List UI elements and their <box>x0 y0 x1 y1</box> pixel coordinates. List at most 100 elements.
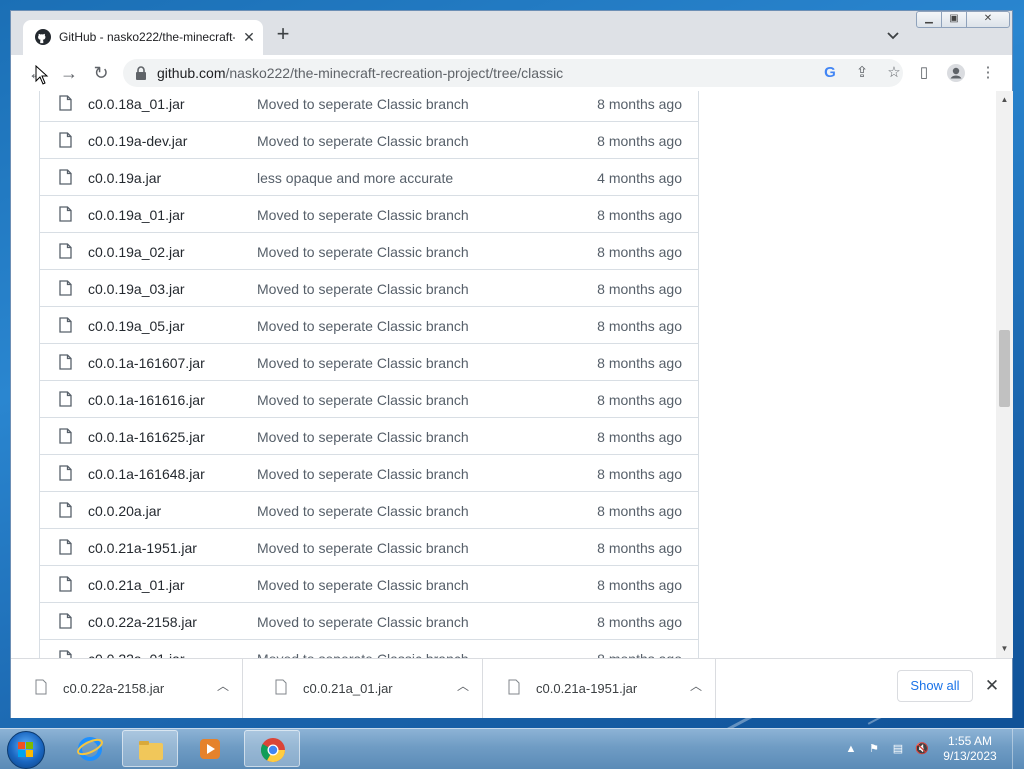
commit-message-link[interactable]: Moved to seperate Classic branch <box>257 133 469 149</box>
table-row[interactable]: c0.0.19a_05.jar Moved to seperate Classic… <box>40 307 698 344</box>
browser-window: GitHub - nasko222/the-minecraft-recreati… <box>10 10 1013 718</box>
folder-icon <box>139 741 163 760</box>
google-icon[interactable]: G <box>821 64 839 82</box>
menu-dots-icon[interactable]: ⋮ <box>978 63 998 83</box>
table-row[interactable]: c0.0.1a-161616.jar Moved to seperate Clas… <box>40 381 698 418</box>
tray-expand-icon[interactable]: ▲ <box>843 741 859 757</box>
show-all-button[interactable]: Show all <box>897 670 973 702</box>
file-icon <box>59 169 72 185</box>
maximize-button[interactable]: ▣ <box>941 11 967 28</box>
file-icon <box>59 354 72 370</box>
commit-date: 8 months ago <box>597 281 682 297</box>
table-row[interactable]: c0.0.19a_03.jar Moved to seperate Classic… <box>40 270 698 307</box>
download-item[interactable]: c0.0.21a_01.jar ︿ <box>251 659 483 718</box>
scroll-up-arrow-icon[interactable]: ▲ <box>996 93 1013 107</box>
page-scrollbar[interactable]: ▲ ▼ <box>996 91 1013 658</box>
table-row[interactable]: c0.0.20a.jar Moved to seperate Classic br… <box>40 492 698 529</box>
file-name-link[interactable]: c0.0.19a_01.jar <box>88 207 185 223</box>
start-button[interactable] <box>7 731 45 769</box>
commit-message-link[interactable]: Moved to seperate Classic branch <box>257 96 469 112</box>
file-name-link[interactable]: c0.0.1a-161616.jar <box>88 392 205 408</box>
forward-button[interactable]: → <box>59 63 79 83</box>
file-name-link[interactable]: c0.0.19a.jar <box>88 170 161 186</box>
download-item[interactable]: c0.0.21a-1951.jar ︿ <box>484 659 716 718</box>
commit-message-link[interactable]: Moved to seperate Classic branch <box>257 355 469 371</box>
clock-time: 1:55 AM <box>947 734 993 748</box>
volume-muted-icon[interactable]: 🔇 <box>914 741 930 757</box>
taskbar-media-player[interactable] <box>182 730 238 767</box>
commit-message-link[interactable]: Moved to seperate Classic branch <box>257 651 469 658</box>
new-tab-button[interactable]: + <box>273 23 293 45</box>
file-icon <box>59 465 72 481</box>
file-name-link[interactable]: c0.0.1a-161625.jar <box>88 429 205 445</box>
table-row[interactable]: c0.0.22a_01.jar Moved to seperate Classic… <box>40 640 698 658</box>
table-row[interactable]: c0.0.1a-161607.jar Moved to seperate Clas… <box>40 344 698 381</box>
taskbar-chrome[interactable] <box>244 730 300 767</box>
commit-message-link[interactable]: Moved to seperate Classic branch <box>257 207 469 223</box>
file-name-link[interactable]: c0.0.22a-2158.jar <box>88 614 197 630</box>
bookmark-star-icon[interactable]: ☆ <box>885 64 903 82</box>
minimize-button[interactable]: ▁ <box>916 11 942 28</box>
share-icon[interactable]: ⇪ <box>853 64 871 82</box>
table-row[interactable]: c0.0.19a_01.jar Moved to seperate Classic… <box>40 196 698 233</box>
commit-message-link[interactable]: Moved to seperate Classic branch <box>257 429 469 445</box>
file-icon <box>59 243 72 259</box>
download-item[interactable]: c0.0.22a-2158.jar ︿ <box>11 659 243 718</box>
chevron-up-icon[interactable]: ︿ <box>689 679 703 693</box>
file-name-link[interactable]: c0.0.1a-161607.jar <box>88 355 205 371</box>
action-center-icon[interactable]: ⚑ <box>866 741 882 757</box>
scroll-thumb[interactable] <box>999 330 1010 407</box>
table-row[interactable]: c0.0.19a-dev.jar Moved to seperate Classi… <box>40 122 698 159</box>
commit-message-link[interactable]: less opaque and more accurate <box>257 170 453 186</box>
table-row[interactable]: c0.0.22a-2158.jar Moved to seperate Class… <box>40 603 698 640</box>
commit-message-link[interactable]: Moved to seperate Classic branch <box>257 318 469 334</box>
chevron-up-icon[interactable]: ︿ <box>456 679 470 693</box>
commit-message-link[interactable]: Moved to seperate Classic branch <box>257 392 469 408</box>
network-icon[interactable]: ▤ <box>890 741 906 757</box>
scroll-down-arrow-icon[interactable]: ▼ <box>996 642 1013 656</box>
table-row[interactable]: c0.0.19a.jar less opaque and more accurat… <box>40 159 698 196</box>
table-row[interactable]: c0.0.21a-1951.jar Moved to seperate Class… <box>40 529 698 566</box>
commit-message-link[interactable]: Moved to seperate Classic branch <box>257 503 469 519</box>
commit-message-link[interactable]: Moved to seperate Classic branch <box>257 466 469 482</box>
side-panel-icon[interactable]: ▯ <box>914 63 934 83</box>
tab-search-icon[interactable] <box>885 27 901 43</box>
commit-message-link[interactable]: Moved to seperate Classic branch <box>257 244 469 260</box>
close-window-button[interactable]: ✕ <box>966 11 1010 28</box>
show-desktop-button[interactable] <box>1012 729 1024 769</box>
table-row[interactable]: c0.0.21a_01.jar Moved to seperate Classic… <box>40 566 698 603</box>
tab-close-icon[interactable]: ✕ <box>241 28 257 46</box>
commit-message-link[interactable]: Moved to seperate Classic branch <box>257 577 469 593</box>
file-name-link[interactable]: c0.0.18a_01.jar <box>88 96 185 112</box>
file-name-link[interactable]: c0.0.1a-161648.jar <box>88 466 205 482</box>
table-row[interactable]: c0.0.19a_02.jar Moved to seperate Classic… <box>40 233 698 270</box>
commit-date: 8 months ago <box>597 96 682 112</box>
taskbar-internet-explorer[interactable] <box>62 730 118 767</box>
table-row[interactable]: c0.0.1a-161648.jar Moved to seperate Clas… <box>40 455 698 492</box>
file-icon <box>59 428 72 444</box>
file-name-link[interactable]: c0.0.22a_01.jar <box>88 651 185 658</box>
file-name-link[interactable]: c0.0.20a.jar <box>88 503 161 519</box>
reload-button[interactable]: ↻ <box>91 63 111 83</box>
commit-message-link[interactable]: Moved to seperate Classic branch <box>257 281 469 297</box>
file-name-link[interactable]: c0.0.19a_03.jar <box>88 281 185 297</box>
table-row[interactable]: c0.0.1a-161625.jar Moved to seperate Clas… <box>40 418 698 455</box>
taskbar-explorer[interactable] <box>122 730 178 767</box>
table-row[interactable]: c0.0.18a_01.jar Moved to seperate Classic… <box>40 91 698 122</box>
profile-avatar-icon[interactable] <box>946 63 966 83</box>
file-name-link[interactable]: c0.0.21a-1951.jar <box>88 540 197 556</box>
close-download-bar-icon[interactable]: ✕ <box>982 676 1002 696</box>
commit-date: 8 months ago <box>597 207 682 223</box>
chevron-up-icon[interactable]: ︿ <box>216 679 230 693</box>
tab-github[interactable]: GitHub - nasko222/the-minecraft-recreati… <box>23 20 263 55</box>
clock[interactable]: 1:55 AM 9/13/2023 <box>938 734 1002 764</box>
address-bar[interactable]: github.com/nasko222/the-minecraft-recrea… <box>123 59 903 87</box>
file-name-link[interactable]: c0.0.21a_01.jar <box>88 577 185 593</box>
file-name-link[interactable]: c0.0.19a_02.jar <box>88 244 185 260</box>
file-name-link[interactable]: c0.0.19a-dev.jar <box>88 133 187 149</box>
file-name-link[interactable]: c0.0.19a_05.jar <box>88 318 185 334</box>
url-path: /nasko222/the-minecraft-recreation-proje… <box>225 65 564 81</box>
commit-message-link[interactable]: Moved to seperate Classic branch <box>257 614 469 630</box>
page-content: c0.0.18a_01.jar Moved to seperate Classic… <box>11 91 996 658</box>
commit-message-link[interactable]: Moved to seperate Classic branch <box>257 540 469 556</box>
